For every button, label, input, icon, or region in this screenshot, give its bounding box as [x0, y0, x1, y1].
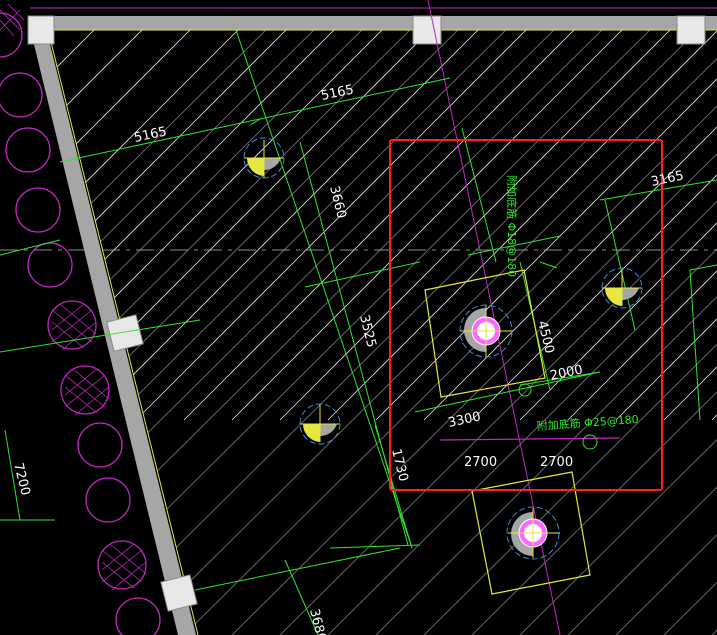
- wall-column: [27, 15, 55, 45]
- wall-column: [106, 314, 144, 352]
- rebar-note-upper: 附加底筋 Φ18@180: [505, 175, 519, 277]
- wall-column: [412, 15, 442, 45]
- dim-2700-left: 2700: [464, 455, 497, 470]
- cad-drawing-canvas[interactable]: 5165 5165 3165 3660 3525 4500 2000 3300 …: [0, 0, 717, 635]
- wall-column: [676, 15, 706, 45]
- wall-column: [160, 574, 198, 612]
- dim-2700-right: 2700: [540, 455, 573, 470]
